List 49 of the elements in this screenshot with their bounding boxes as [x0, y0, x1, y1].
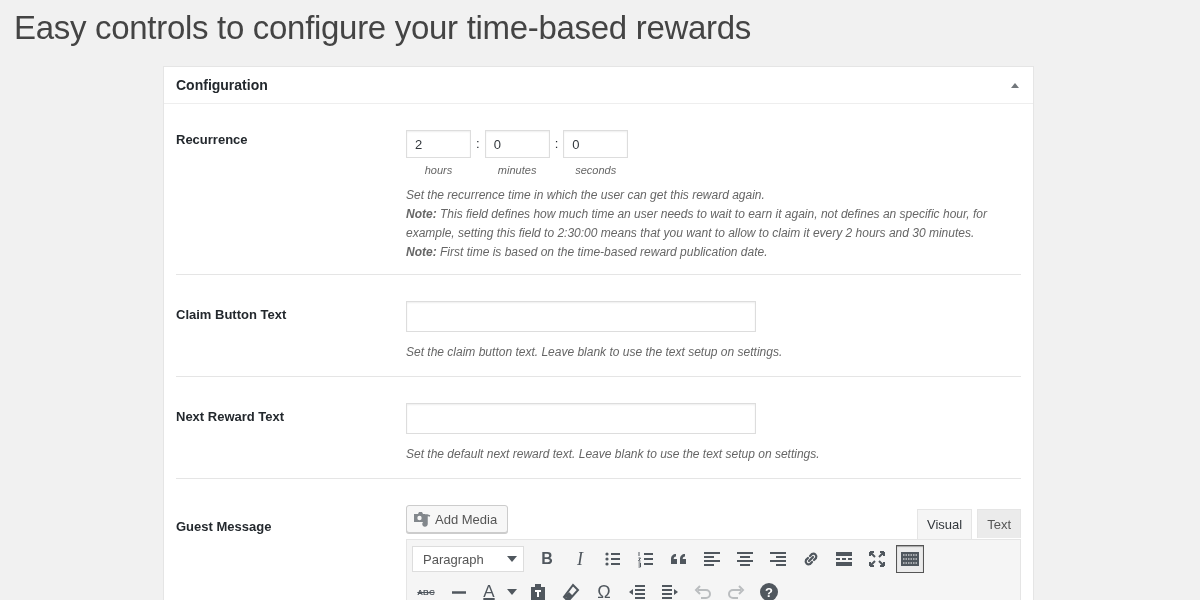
undo-arrow-icon [693, 582, 713, 600]
unit-label: hours [424, 164, 453, 176]
field-label: Next Reward Text [176, 409, 286, 424]
align-center-icon [735, 549, 755, 569]
unit-label: minutes [497, 164, 537, 176]
text-input[interactable] [406, 301, 756, 332]
time-input[interactable]: 0 [563, 130, 629, 158]
collapse-icon[interactable] [1011, 82, 1019, 88]
page-heading: Easy controls to configure your time-based rewards [13, 8, 752, 48]
panel-title: Configuration [176, 77, 268, 93]
field-label: Claim Button Text [176, 307, 288, 322]
time-input[interactable]: 2 [406, 130, 471, 158]
editor-tab[interactable]: Text [977, 509, 1021, 538]
horizontal-line-icon [452, 590, 466, 594]
fullscreen-icon [867, 549, 887, 569]
media-icon [413, 511, 431, 527]
time-separator: : [554, 136, 559, 151]
field-description: Set the default next reward text. Leave blank to use the text setup on settings. [406, 446, 821, 463]
text-input[interactable] [406, 403, 756, 434]
field-label: Guest Message [176, 519, 273, 534]
eraser-icon [561, 582, 581, 600]
indent-icon [660, 582, 680, 600]
help-button[interactable]: ? [760, 583, 778, 600]
caret-icon [507, 556, 517, 562]
bold-button[interactable]: B [533, 545, 561, 573]
field-description: Note: First time is based on the time-based reward publication date. [406, 244, 769, 261]
keyboard-icon [900, 549, 920, 569]
field-description: Note: This field defines how much time an user needs to wait to earn it again, not defines an specific hour, for example, setting this field to 2:30:00 means that you want to allow to claim it every 2 hours and 30 minutes. [406, 206, 989, 242]
outdent-icon [627, 582, 647, 600]
field-description: Set the recurrence time in which the user can get this reward again. [406, 187, 766, 204]
special-character-button[interactable]: Ω [590, 578, 618, 600]
field-label: Recurrence [176, 132, 249, 147]
numbered-list-icon [636, 549, 656, 569]
strikethrough-button[interactable]: ABC [412, 578, 440, 600]
time-input[interactable]: 0 [484, 130, 550, 158]
align-left-icon [702, 549, 722, 569]
add-media-button[interactable]: Add Media [406, 505, 509, 533]
editor-tab[interactable]: Visual [916, 509, 973, 539]
read-more-icon [834, 549, 854, 569]
keyboard-button[interactable] [896, 545, 924, 573]
time-separator: : [476, 136, 480, 151]
redo-arrow-icon [726, 582, 746, 600]
text-color-button[interactable]: A [478, 578, 500, 600]
field-description: Set the claim button text. Leave blank to use the text setup on settings. [406, 344, 784, 361]
align-right-icon [768, 549, 788, 569]
format-select[interactable]: Paragraph [412, 546, 524, 572]
italic-button[interactable]: I [566, 545, 594, 573]
caret-icon [507, 589, 517, 595]
unit-label: seconds [575, 164, 617, 176]
